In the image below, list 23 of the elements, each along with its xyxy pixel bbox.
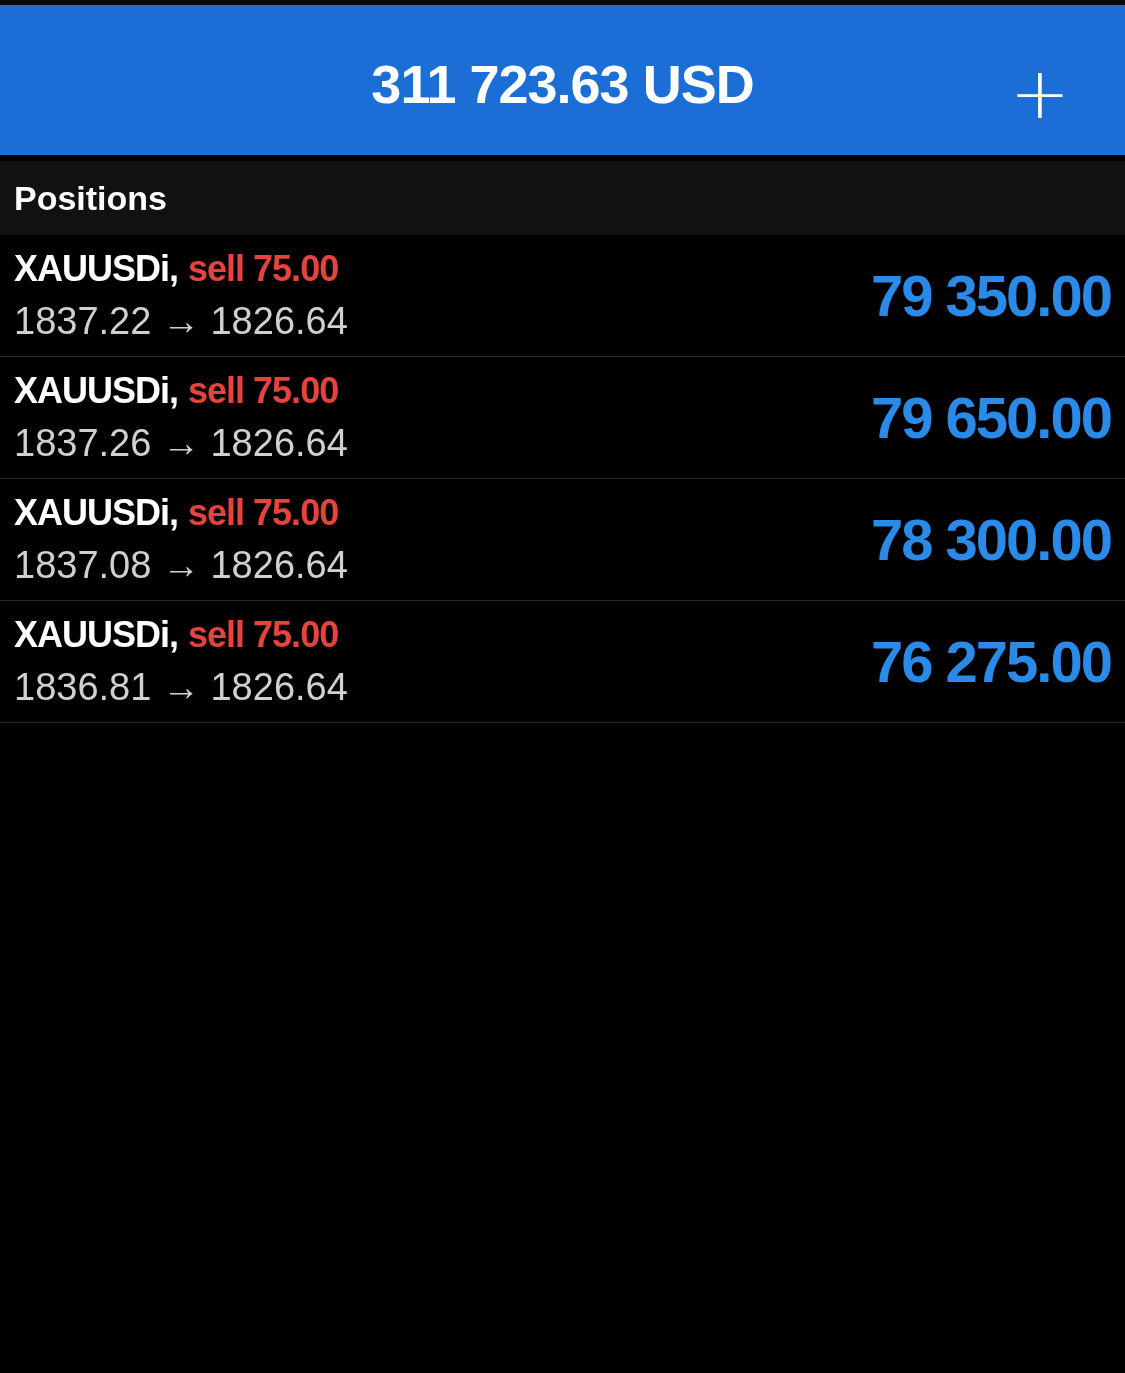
symbol-label: XAUUSDi,	[14, 492, 179, 534]
order-label: sell 75.00	[188, 248, 339, 290]
order-label: sell 75.00	[188, 614, 339, 656]
price-range: 1837.22 → 1826.64	[14, 300, 348, 343]
price-range: 1837.08 → 1826.64	[14, 544, 348, 587]
symbol-label: XAUUSDi,	[14, 614, 179, 656]
position-row[interactable]: XAUUSDi, sell 75.00 1837.08 → 1826.64 78 300.00	[0, 479, 1125, 601]
position-row[interactable]: XAUUSDi, sell 75.00 1836.81 → 1826.64 76 275.00	[0, 601, 1125, 723]
symbol-label: XAUUSDi,	[14, 370, 179, 412]
position-row[interactable]: XAUUSDi, sell 75.00 1837.26 → 1826.64 79 650.00	[0, 357, 1125, 479]
position-row[interactable]: XAUUSDi, sell 75.00 1837.22 → 1826.64 79 350.00	[0, 235, 1125, 357]
symbol-label: XAUUSDi,	[14, 248, 179, 290]
price-range: 1836.81 → 1826.64	[14, 666, 348, 709]
profit-value: 79 650.00	[870, 384, 1111, 451]
profit-value: 76 275.00	[870, 628, 1111, 695]
section-title: Positions	[14, 178, 168, 218]
profit-value: 78 300.00	[870, 506, 1111, 573]
add-button[interactable]: +	[1009, 57, 1070, 129]
profit-value: 79 350.00	[870, 262, 1111, 329]
order-label: sell 75.00	[188, 492, 339, 534]
price-range: 1837.26 → 1826.64	[14, 422, 348, 465]
order-label: sell 75.00	[188, 370, 339, 412]
account-balance: 311 723.63 USD	[371, 53, 754, 115]
